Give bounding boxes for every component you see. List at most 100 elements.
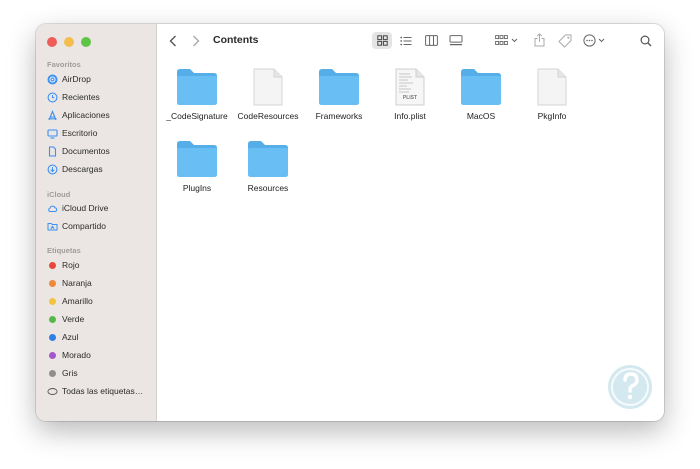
file-name: Frameworks [315, 111, 363, 121]
clock-icon [47, 92, 58, 103]
sidebar-item-compartido[interactable]: Compartido [47, 219, 106, 233]
document-file-icon [537, 68, 567, 106]
document-file-icon [253, 68, 283, 106]
file-name: Resources [247, 183, 289, 193]
file-name: MacOS [466, 111, 496, 121]
minimize-window-button[interactable] [64, 37, 74, 47]
cloud-icon [47, 203, 58, 214]
purple-tag-dot-icon [49, 351, 56, 359]
icloud-header: iCloud [47, 190, 71, 199]
file-browser: _CodeSignature CodeResources Frameworks [157, 58, 664, 421]
file-item-pkginfo[interactable]: PkgInfo [512, 68, 592, 121]
share-icon [534, 33, 544, 47]
forward-button[interactable] [190, 34, 202, 48]
watermark-icon [608, 365, 652, 409]
back-icon [169, 35, 176, 47]
share-button[interactable] [531, 31, 547, 49]
plist-badge: PLIST [402, 95, 418, 101]
gray-tag-dot-icon [49, 369, 56, 377]
sidebar-item-recientes[interactable]: Recientes [47, 90, 100, 104]
sidebar-item-label: Rojo [62, 260, 80, 270]
sidebar-tag-gris[interactable]: Gris [47, 366, 78, 380]
sidebar-item-label: Morado [62, 350, 91, 360]
sidebar-item-label: AirDrop [62, 74, 91, 84]
sidebar-tag-rojo[interactable]: Rojo [47, 258, 79, 272]
sidebar: Favoritos AirDrop Recientes Aplicaciones… [36, 24, 157, 421]
watermark-logo [605, 362, 655, 412]
search-button[interactable] [637, 32, 655, 49]
tag-button[interactable] [556, 32, 574, 49]
sidebar-item-label: Azul [62, 332, 79, 342]
back-button[interactable] [167, 34, 179, 48]
toolbar: Contents [157, 24, 664, 58]
sidebar-item-label: Escritorio [62, 128, 98, 138]
file-name: PkgInfo [537, 111, 567, 121]
folder-icon [319, 69, 359, 105]
sidebar-item-documentos[interactable]: Documentos [47, 144, 110, 158]
favorites-header: Favoritos [47, 60, 81, 69]
file-item-resources[interactable]: Resources [228, 140, 308, 193]
folder-icon [177, 69, 217, 105]
close-window-button[interactable] [47, 37, 57, 47]
sidebar-item-label: Amarillo [62, 296, 93, 306]
file-name: CodeResources [237, 111, 299, 121]
sidebar-item-icloud-drive[interactable]: iCloud Drive [47, 201, 108, 215]
plist-file-icon: PLIST [394, 68, 426, 106]
file-name: _CodeSignature [166, 111, 228, 121]
sidebar-item-descargas[interactable]: Descargas [47, 162, 103, 176]
window-controls [47, 37, 91, 47]
sidebar-tag-naranja[interactable]: Naranja [47, 276, 92, 290]
sidebar-tag-morado[interactable]: Morado [47, 348, 91, 362]
file-name: Info.plist [394, 111, 426, 121]
file-item-macos[interactable]: MacOS [441, 68, 521, 121]
tag-icon [558, 34, 572, 48]
sidebar-tag-azul[interactable]: Azul [47, 330, 79, 344]
sidebar-item-label: Todas las etiquetas… [62, 386, 144, 396]
column-view-button[interactable] [422, 32, 440, 49]
sidebar-item-airdrop[interactable]: AirDrop [47, 72, 91, 86]
folder-icon [248, 141, 288, 177]
file-item-info-plist[interactable]: PLIST Info.plist [370, 68, 450, 121]
sidebar-item-label: iCloud Drive [62, 203, 109, 213]
more-actions-button[interactable] [582, 32, 608, 49]
finder-window: Favoritos AirDrop Recientes Aplicaciones… [36, 24, 664, 421]
download-icon [47, 164, 58, 175]
folder-icon [461, 69, 501, 105]
desktop-icon [47, 128, 58, 139]
column-view-icon [424, 35, 438, 46]
sidebar-item-label: Verde [62, 314, 85, 324]
blue-tag-dot-icon [49, 333, 56, 341]
group-button[interactable] [494, 32, 520, 49]
yellow-tag-dot-icon [49, 297, 56, 305]
gallery-view-button[interactable] [447, 32, 465, 49]
folder-icon [177, 141, 217, 177]
sidebar-item-aplicaciones[interactable]: Aplicaciones [47, 108, 110, 122]
sidebar-item-label: Descargas [62, 164, 103, 174]
icon-view-icon [376, 35, 388, 46]
green-tag-dot-icon [49, 315, 56, 323]
search-icon [640, 34, 652, 46]
sidebar-tag-amarillo[interactable]: Amarillo [47, 294, 93, 308]
document-icon [47, 145, 58, 157]
sidebar-all-tags[interactable]: Todas las etiquetas… [47, 384, 143, 398]
sidebar-item-label: Documentos [62, 146, 110, 156]
file-item-frameworks[interactable]: Frameworks [299, 68, 379, 121]
file-item-coderesources[interactable]: CodeResources [228, 68, 308, 121]
list-view-button[interactable] [397, 32, 415, 49]
icon-view-button[interactable] [372, 32, 392, 49]
file-item-codesignature[interactable]: _CodeSignature [157, 68, 237, 121]
sidebar-item-escritorio[interactable]: Escritorio [47, 126, 97, 140]
file-item-plugins[interactable]: PlugIns [157, 140, 237, 193]
orange-tag-dot-icon [49, 279, 56, 287]
all-tags-icon [47, 386, 58, 397]
airdrop-icon [47, 74, 58, 85]
more-icon [583, 34, 605, 47]
red-tag-dot-icon [49, 261, 56, 269]
zoom-window-button[interactable] [81, 37, 91, 47]
forward-icon [193, 35, 200, 47]
window-title: Contents [213, 34, 259, 46]
sidebar-tag-verde[interactable]: Verde [47, 312, 84, 326]
tags-header: Etiquetas [47, 246, 81, 255]
sidebar-item-label: Naranja [62, 278, 92, 288]
sidebar-item-label: Compartido [62, 221, 106, 231]
